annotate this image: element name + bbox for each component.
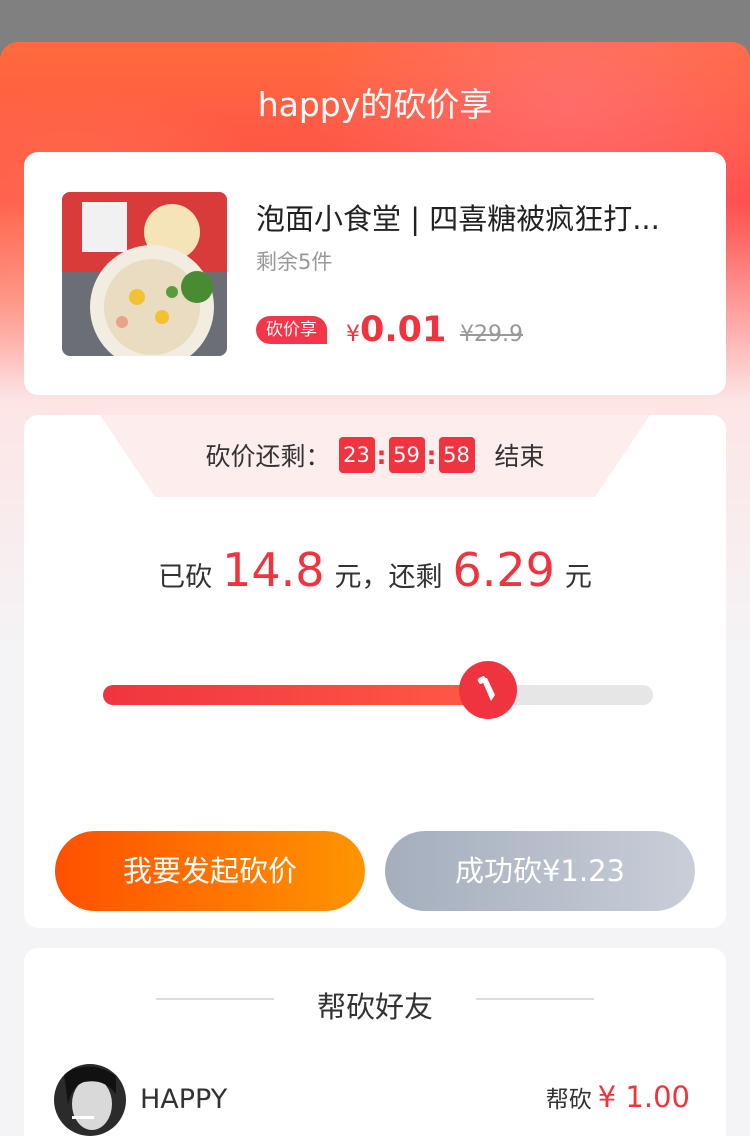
bargain-price: ¥0.01	[346, 310, 446, 350]
original-price: ¥29.9	[460, 322, 523, 347]
countdown-seconds: 58	[438, 437, 475, 473]
friend-help-amount: ¥ 1.00	[597, 1080, 690, 1114]
progress-fill	[103, 685, 488, 705]
avatar[interactable]	[54, 1064, 126, 1136]
friend-name: HAPPY	[140, 1084, 228, 1115]
countdown-minutes: 59	[388, 437, 425, 473]
countdown-suffix: 结束	[494, 442, 545, 471]
bargain-tag: 砍价享	[256, 316, 327, 344]
summary-middle: ，还剩	[361, 562, 443, 593]
countdown-hours: 23	[338, 437, 375, 473]
summary-prefix: 已砍	[158, 562, 213, 593]
bargain-summary: 已砍 14.8 元，还剩 6.29 元	[24, 543, 726, 597]
bargain-sheet: happy的砍价享 泡面小食堂 | 四喜糖被疯狂打... 剩余5件 砍价享 ¥0…	[0, 42, 750, 1136]
friend-help-label: 帮砍	[545, 1087, 592, 1113]
colon: :	[426, 440, 437, 470]
product-card[interactable]: 泡面小食堂 | 四喜糖被疯狂打... 剩余5件 砍价享 ¥0.01 ¥29.9	[24, 152, 726, 395]
bargain-progress-card: 砍价还剩： 23 : 59 : 58 结束 已砍 14.8 元，还剩 6.29 元 我要…	[24, 415, 726, 928]
summary-unit-2: 元	[564, 562, 592, 593]
summary-unit: 元	[334, 562, 362, 593]
remaining-amount: 6.29	[452, 543, 555, 597]
helper-friends-card: 帮砍好友 HAPPY 帮砍 ¥ 1.00	[24, 948, 726, 1136]
product-stock: 剩余5件	[256, 250, 333, 274]
divider	[476, 998, 594, 1000]
cut-amount: 14.8	[222, 543, 325, 597]
friends-title: 帮砍好友	[316, 990, 433, 1024]
product-image[interactable]	[62, 192, 227, 356]
knife-icon	[459, 661, 517, 719]
start-bargain-button[interactable]: 我要发起砍价	[55, 831, 365, 911]
product-name: 泡面小食堂 | 四喜糖被疯狂打...	[256, 202, 660, 236]
colon: :	[376, 440, 387, 470]
countdown: 砍价还剩： 23 : 59 : 58 结束	[24, 437, 726, 473]
price-value: 0.01	[360, 310, 447, 350]
success-cut-button[interactable]: 成功砍¥1.23	[385, 831, 695, 911]
progress-track	[103, 685, 653, 705]
countdown-label: 砍价还剩：	[205, 442, 331, 471]
friend-help: 帮砍 ¥ 1.00	[546, 1080, 690, 1114]
page-title: happy的砍价享	[257, 85, 493, 124]
price-currency: ¥	[346, 322, 360, 347]
